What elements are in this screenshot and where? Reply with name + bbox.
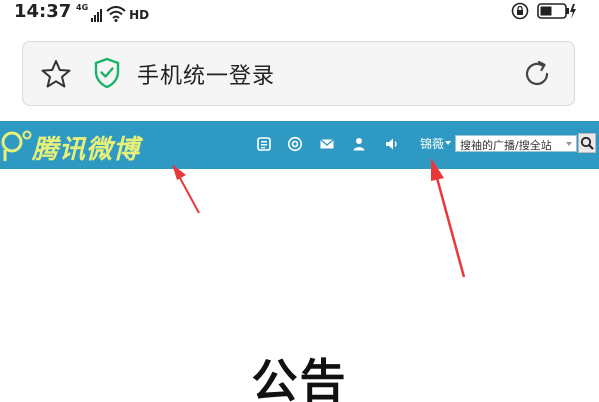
annotation-arrows [172,158,466,278]
annotation-arrow-logo [172,164,200,214]
annotation-arrow-username [431,158,466,278]
